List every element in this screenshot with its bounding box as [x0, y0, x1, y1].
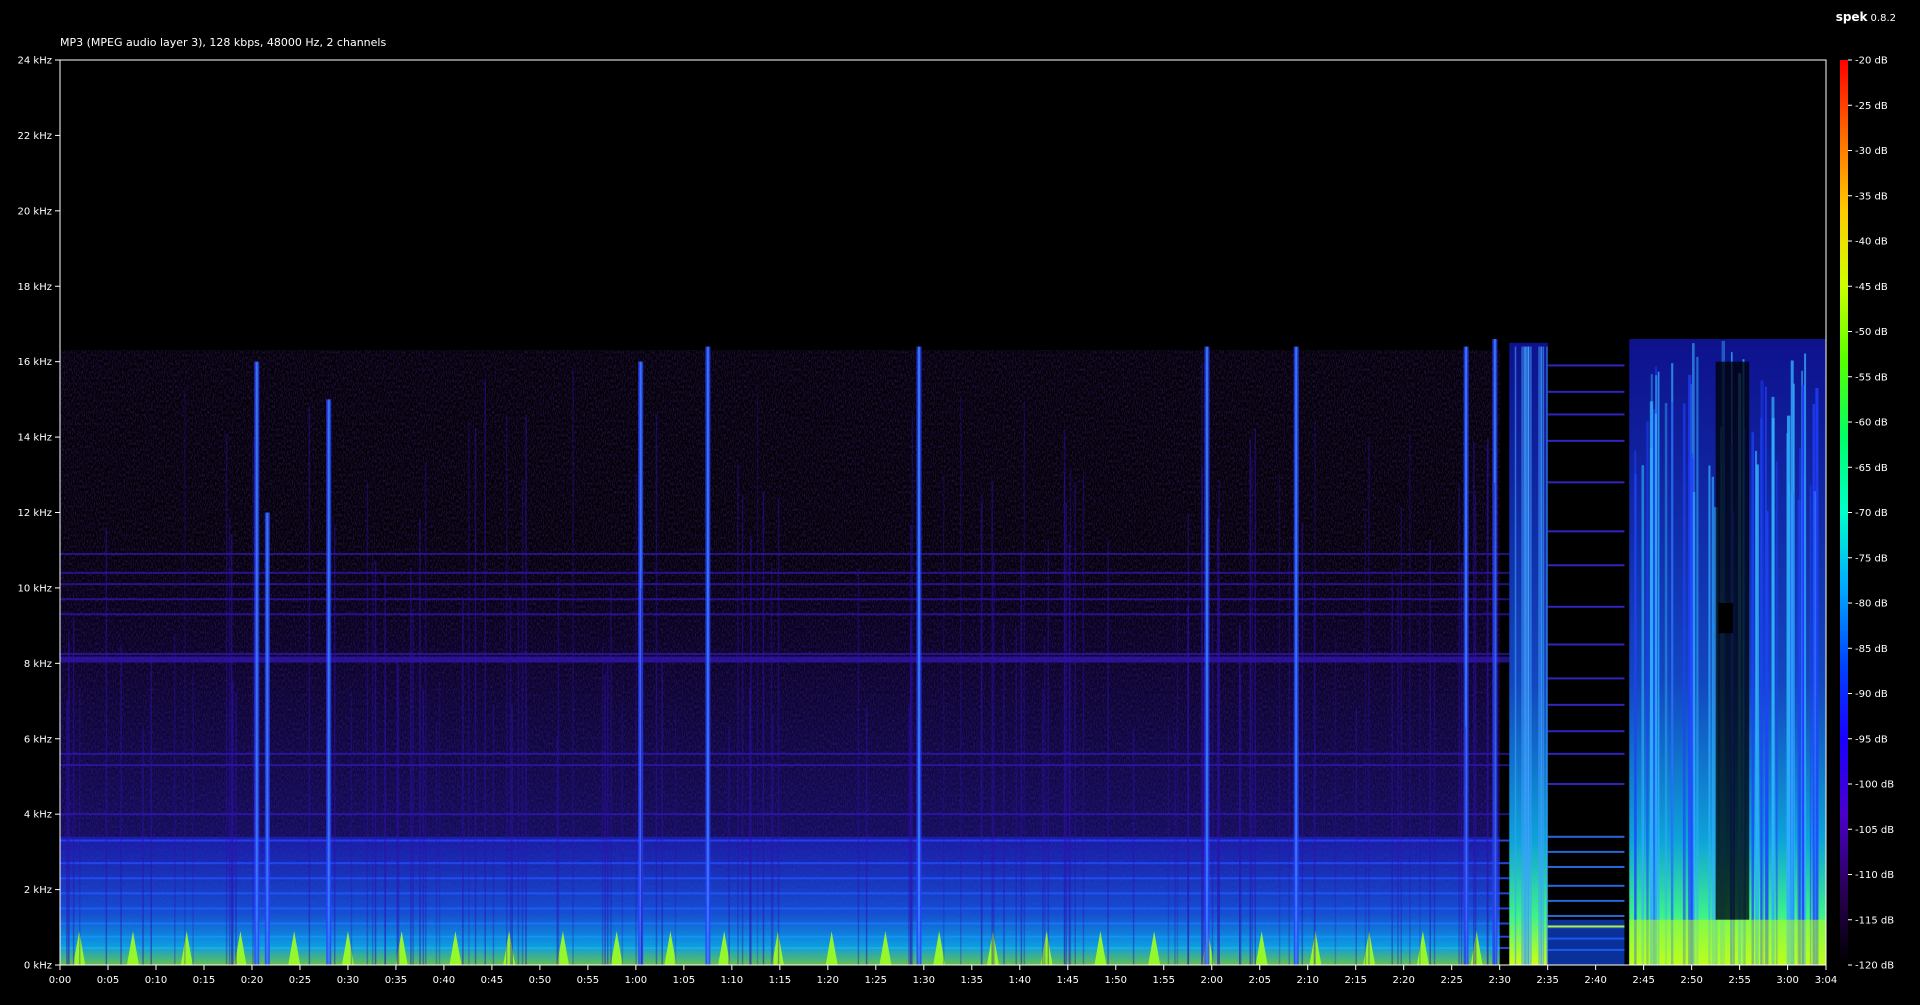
time-tick-label: 0:50	[529, 975, 551, 986]
time-tick-label: 2:55	[1728, 975, 1750, 986]
db-tick-label: -45 dB	[1855, 282, 1888, 293]
freq-tick-label: 4 kHz	[24, 810, 52, 821]
time-tick-label: 2:30	[1488, 975, 1510, 986]
time-tick-label: 2:45	[1632, 975, 1654, 986]
db-tick-label: -120 dB	[1855, 961, 1894, 972]
db-tick-label: -85 dB	[1855, 644, 1888, 655]
db-tick-label: -25 dB	[1855, 101, 1888, 112]
db-tick-label: -90 dB	[1855, 689, 1888, 700]
freq-tick-label: 24 kHz	[18, 56, 52, 67]
db-tick-label: -40 dB	[1855, 237, 1888, 248]
time-tick-label: 1:45	[1057, 975, 1079, 986]
db-tick-label: -115 dB	[1855, 915, 1894, 926]
time-tick-label: 0:40	[433, 975, 455, 986]
db-tick-label: -80 dB	[1855, 599, 1888, 610]
time-tick-label: 2:25	[1440, 975, 1462, 986]
time-tick-label: 1:55	[1153, 975, 1175, 986]
time-tick-label: 1:50	[1105, 975, 1127, 986]
time-axis: 0:00 0:05 0:10 0:15 0:20 0:25 0:30 0:35 0:40 0:45…	[49, 965, 1837, 986]
time-tick-label: 2:00	[1201, 975, 1223, 986]
time-tick-label: 1:05	[673, 975, 695, 986]
time-tick-label: 0:15	[193, 975, 215, 986]
time-tick-label: 0:55	[577, 975, 599, 986]
db-tick-label: -55 dB	[1855, 372, 1888, 383]
db-scale-axis: -20 dB -25 dB -30 dB -35 dB -40 dB -45 dB -50 …	[1848, 56, 1894, 972]
time-tick-label: 2:40	[1584, 975, 1606, 986]
db-tick-label: -100 dB	[1855, 780, 1894, 791]
spectrogram-window: spek 0.8.2 MP3 (MPEG audio layer 3), 128 …	[0, 0, 1920, 1005]
db-tick-label: -65 dB	[1855, 463, 1888, 474]
freq-tick-label: 6 kHz	[24, 734, 52, 745]
time-tick-label: 0:05	[97, 975, 119, 986]
time-tick-label: 3:04	[1815, 975, 1837, 986]
freq-tick-label: 16 kHz	[18, 357, 52, 368]
db-tick-label: -60 dB	[1855, 418, 1888, 429]
db-tick-label: -50 dB	[1855, 327, 1888, 338]
time-tick-label: 0:30	[337, 975, 359, 986]
time-tick-label: 1:00	[625, 975, 647, 986]
time-tick-label: 0:00	[49, 975, 71, 986]
time-tick-label: 0:10	[145, 975, 167, 986]
time-tick-label: 3:00	[1776, 975, 1798, 986]
time-tick-label: 0:25	[289, 975, 311, 986]
time-tick-label: 0:45	[481, 975, 503, 986]
freq-tick-label: 14 kHz	[18, 433, 52, 444]
freq-tick-label: 18 kHz	[18, 282, 52, 293]
time-tick-label: 2:10	[1296, 975, 1318, 986]
db-tick-label: -105 dB	[1855, 825, 1894, 836]
time-tick-label: 2:50	[1680, 975, 1702, 986]
time-tick-label: 2:05	[1248, 975, 1270, 986]
time-tick-label: 1:15	[769, 975, 791, 986]
freq-tick-label: 2 kHz	[24, 885, 52, 896]
time-tick-label: 1:25	[865, 975, 887, 986]
db-tick-label: -75 dB	[1855, 553, 1888, 564]
frequency-axis: 0 kHz 2 kHz 4 kHz 6 kHz 8 kHz 10 kHz 12 kHz 14 …	[18, 56, 60, 972]
freq-tick-label: 0 kHz	[24, 961, 52, 972]
time-tick-label: 1:30	[913, 975, 935, 986]
db-tick-label: -35 dB	[1855, 191, 1888, 202]
time-tick-label: 2:15	[1344, 975, 1366, 986]
spectrogram-chart: 0 kHz 2 kHz 4 kHz 6 kHz 8 kHz 10 kHz 12 kHz 14 …	[18, 56, 1895, 987]
time-tick-label: 1:35	[961, 975, 983, 986]
freq-tick-label: 10 kHz	[18, 583, 52, 594]
freq-tick-label: 12 kHz	[18, 508, 52, 519]
db-tick-label: -70 dB	[1855, 508, 1888, 519]
db-tick-label: -30 dB	[1855, 146, 1888, 157]
db-tick-label: -20 dB	[1855, 56, 1888, 67]
db-tick-label: -110 dB	[1855, 870, 1894, 881]
time-tick-label: 2:20	[1392, 975, 1414, 986]
time-tick-label: 1:40	[1009, 975, 1031, 986]
time-tick-label: 1:10	[721, 975, 743, 986]
time-tick-label: 1:20	[817, 975, 839, 986]
freq-tick-label: 22 kHz	[18, 131, 52, 142]
time-tick-label: 0:20	[241, 975, 263, 986]
freq-tick-label: 20 kHz	[18, 206, 52, 217]
db-color-bar	[1840, 60, 1848, 965]
db-tick-label: -95 dB	[1855, 734, 1888, 745]
time-tick-label: 2:35	[1536, 975, 1558, 986]
time-tick-label: 0:35	[385, 975, 407, 986]
freq-tick-label: 8 kHz	[24, 659, 52, 670]
